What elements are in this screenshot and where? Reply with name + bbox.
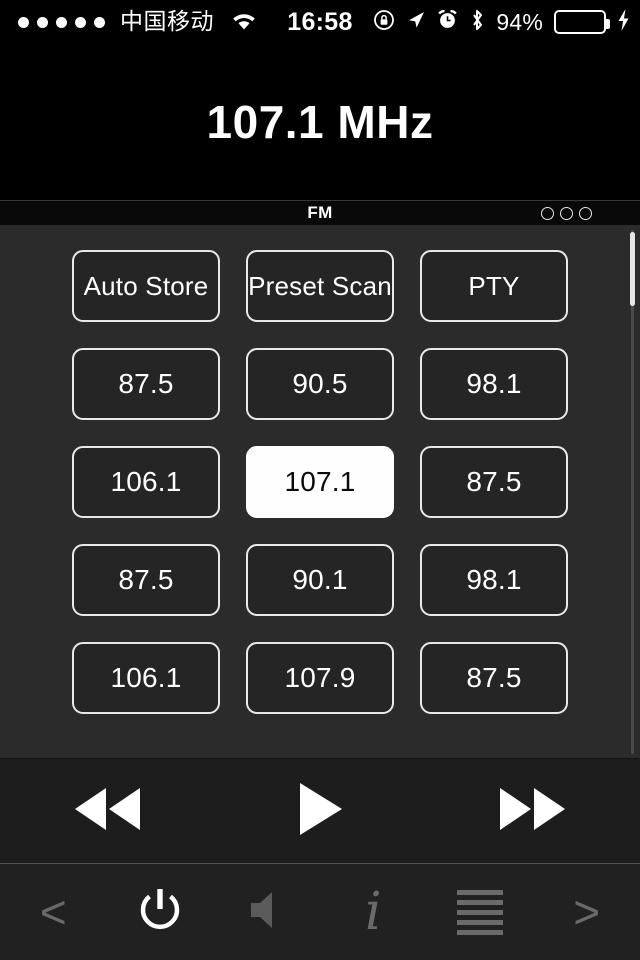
frequency-label: 107.1 MHz [206, 96, 434, 148]
scrollbar-track [631, 230, 634, 754]
preset-station-button[interactable]: 90.1 [246, 544, 394, 616]
preset-station-button[interactable]: 106.1 [72, 642, 220, 714]
previous-button[interactable] [32, 759, 182, 864]
back-chevron-icon: < [39, 886, 67, 938]
preset-station-button[interactable]: 87.5 [72, 544, 220, 616]
rewind-icon [68, 784, 146, 839]
forward-chevron-icon: > [573, 886, 601, 938]
preset-station-button[interactable]: 87.5 [420, 446, 568, 518]
rotation-lock-icon [373, 9, 395, 36]
auto-store-button[interactable]: Auto Store [72, 250, 220, 322]
band-label: FM [307, 203, 333, 222]
preset-station-button[interactable]: 107.1 [246, 446, 394, 518]
lightning-bolt-icon [617, 8, 630, 37]
fast-forward-icon [494, 784, 572, 839]
vertical-scrollbar[interactable] [630, 230, 635, 754]
power-button[interactable] [107, 864, 214, 960]
info-button[interactable]: i [320, 864, 427, 960]
preset-grid: Auto Store Preset Scan PTY 87.5 90.5 98.1 106.… [0, 226, 640, 714]
pty-button[interactable]: PTY [420, 250, 568, 322]
play-icon [294, 780, 346, 843]
preset-station-button[interactable]: 90.5 [246, 348, 394, 420]
frequency-display-panel: 107.1 MHz [0, 44, 640, 200]
bottom-toolbar: < i > [0, 863, 640, 960]
power-icon [133, 883, 187, 942]
scrollbar-thumb[interactable] [630, 232, 635, 306]
preset-station-button[interactable]: 98.1 [420, 544, 568, 616]
back-chevron-button[interactable]: < [0, 864, 107, 960]
mute-button[interactable] [213, 864, 320, 960]
preset-scroll-area[interactable]: Auto Store Preset Scan PTY 87.5 90.5 98.1 106.… [0, 226, 640, 758]
play-button[interactable] [245, 759, 395, 864]
mute-speaker-icon [245, 889, 289, 936]
list-button[interactable] [427, 864, 534, 960]
bluetooth-icon [469, 8, 485, 37]
preset-station-button[interactable]: 87.5 [420, 642, 568, 714]
preset-station-button[interactable]: 106.1 [72, 446, 220, 518]
page-indicator-dots[interactable] [541, 206, 592, 220]
list-menu-icon [457, 889, 504, 935]
battery-icon [554, 10, 610, 34]
alarm-clock-icon [437, 9, 458, 35]
preset-station-button[interactable]: 87.5 [72, 348, 220, 420]
status-bar: 中国移动 16:58 94% [0, 0, 640, 44]
preset-station-button[interactable]: 98.1 [420, 348, 568, 420]
transport-controls [0, 758, 640, 863]
preset-scan-button[interactable]: Preset Scan [246, 250, 394, 322]
battery-percent-label: 94% [496, 8, 543, 35]
next-button[interactable] [458, 759, 608, 864]
forward-chevron-button[interactable]: > [533, 864, 640, 960]
info-icon: i [365, 882, 382, 942]
band-bar: FM [0, 200, 640, 226]
preset-station-button[interactable]: 107.9 [246, 642, 394, 714]
location-arrow-icon [406, 10, 426, 35]
radio-app-screen: 中国移动 16:58 94% 107.1 MHz FM Auto Store P… [0, 0, 640, 960]
status-bar-right: 94% [373, 8, 630, 37]
